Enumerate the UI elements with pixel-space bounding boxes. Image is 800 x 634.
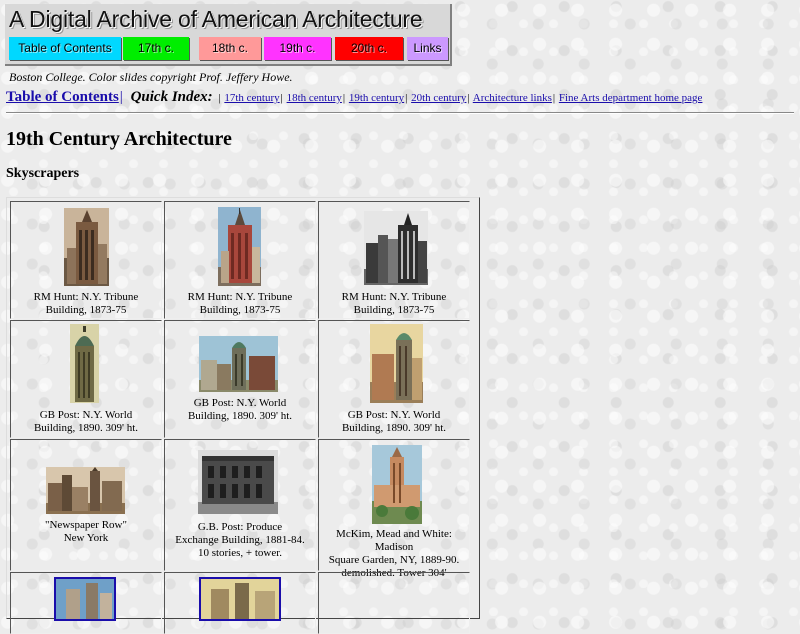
section-title: Skyscrapers: [6, 166, 80, 181]
nav-button-links[interactable]: Links: [407, 37, 448, 60]
site-title: A Digital Archive of American Architectu…: [9, 6, 423, 32]
page-title: 19th Century Architecture: [6, 128, 232, 150]
grid-cell: [164, 572, 316, 634]
nav-button-table-of-contents[interactable]: Table of Contents: [9, 37, 121, 60]
grid-cell: GB Post: N.Y. World Building, 1890. 309'…: [318, 320, 470, 438]
grid-cell: McKim, Mead and White: Madison Square Ga…: [318, 439, 470, 579]
nav-button-20th-century[interactable]: 20th c.: [335, 37, 403, 60]
grid-cell: "Newspaper Row" New York: [10, 439, 162, 571]
grid-cell: RM Hunt: N.Y. Tribune Building, 1873-75: [318, 201, 470, 319]
horizontal-rule: [6, 112, 794, 114]
nav-button-17th-century[interactable]: 17th c.: [123, 37, 189, 60]
thumbnail-image[interactable]: [198, 450, 278, 514]
nav-button-19th-century[interactable]: 19th c.: [264, 37, 331, 60]
thumbnail-caption: G.B. Post: Produce Exchange Building, 18…: [175, 521, 305, 559]
thumbnail-grid: RM Hunt: N.Y. Tribune Building, 1873-75 …: [6, 197, 480, 634]
thumbnail-caption: GB Post: N.Y. World Building, 1890. 309'…: [33, 409, 139, 434]
link-fine-arts-home[interactable]: Fine Arts department home page: [559, 92, 703, 104]
thumbnail-image[interactable]: [364, 211, 428, 285]
thumbnail-image[interactable]: [372, 445, 422, 524]
thumbnail-image[interactable]: [64, 208, 109, 286]
quick-index-bar: Table of Contents| Quick Index: | 17th c…: [6, 89, 703, 105]
thumbnail-image[interactable]: [70, 324, 99, 403]
thumbnail-image[interactable]: [54, 577, 116, 621]
link-20th-century[interactable]: 20th century: [411, 92, 466, 104]
grid-cell: G.B. Post: Produce Exchange Building, 18…: [164, 439, 316, 571]
copyright-credit: Boston College. Color slides copyright P…: [9, 70, 293, 84]
thumbnail-image[interactable]: [46, 467, 125, 514]
thumbnail-caption: GB Post: N.Y. World Building, 1890. 309'…: [187, 397, 293, 422]
link-architecture-links[interactable]: Architecture links: [473, 92, 552, 104]
thumbnail-image[interactable]: [199, 336, 278, 392]
link-19th-century[interactable]: 19th century: [349, 92, 404, 104]
thumbnail-caption: RM Hunt: N.Y. Tribune Building, 1873-75: [33, 291, 139, 316]
site-banner: A Digital Archive of American Architectu…: [5, 4, 452, 66]
thumbnail-image[interactable]: [370, 324, 423, 403]
thumbnail-caption: RM Hunt: N.Y. Tribune Building, 1873-75: [341, 291, 447, 316]
link-18th-century[interactable]: 18th century: [287, 92, 342, 104]
quick-index-label: Quick Index:: [130, 89, 213, 105]
grid-cell: GB Post: N.Y. World Building, 1890. 309'…: [10, 320, 162, 438]
table-of-contents-link[interactable]: Table of Contents: [6, 89, 119, 105]
grid-cell: RM Hunt: N.Y. Tribune Building, 1873-75: [164, 201, 316, 319]
grid-cell: [10, 572, 162, 634]
thumbnail-caption: "Newspaper Row" New York: [45, 519, 127, 544]
link-17th-century[interactable]: 17th century: [224, 92, 279, 104]
nav-button-18th-century[interactable]: 18th c.: [199, 37, 261, 60]
thumbnail-image[interactable]: [199, 577, 281, 621]
grid-cell: RM Hunt: N.Y. Tribune Building, 1873-75: [10, 201, 162, 319]
grid-cell: [318, 572, 470, 634]
grid-cell: GB Post: N.Y. World Building, 1890. 309'…: [164, 320, 316, 438]
thumbnail-caption: GB Post: N.Y. World Building, 1890. 309'…: [341, 409, 447, 434]
thumbnail-caption: RM Hunt: N.Y. Tribune Building, 1873-75: [187, 291, 293, 316]
thumbnail-image[interactable]: [218, 207, 261, 286]
